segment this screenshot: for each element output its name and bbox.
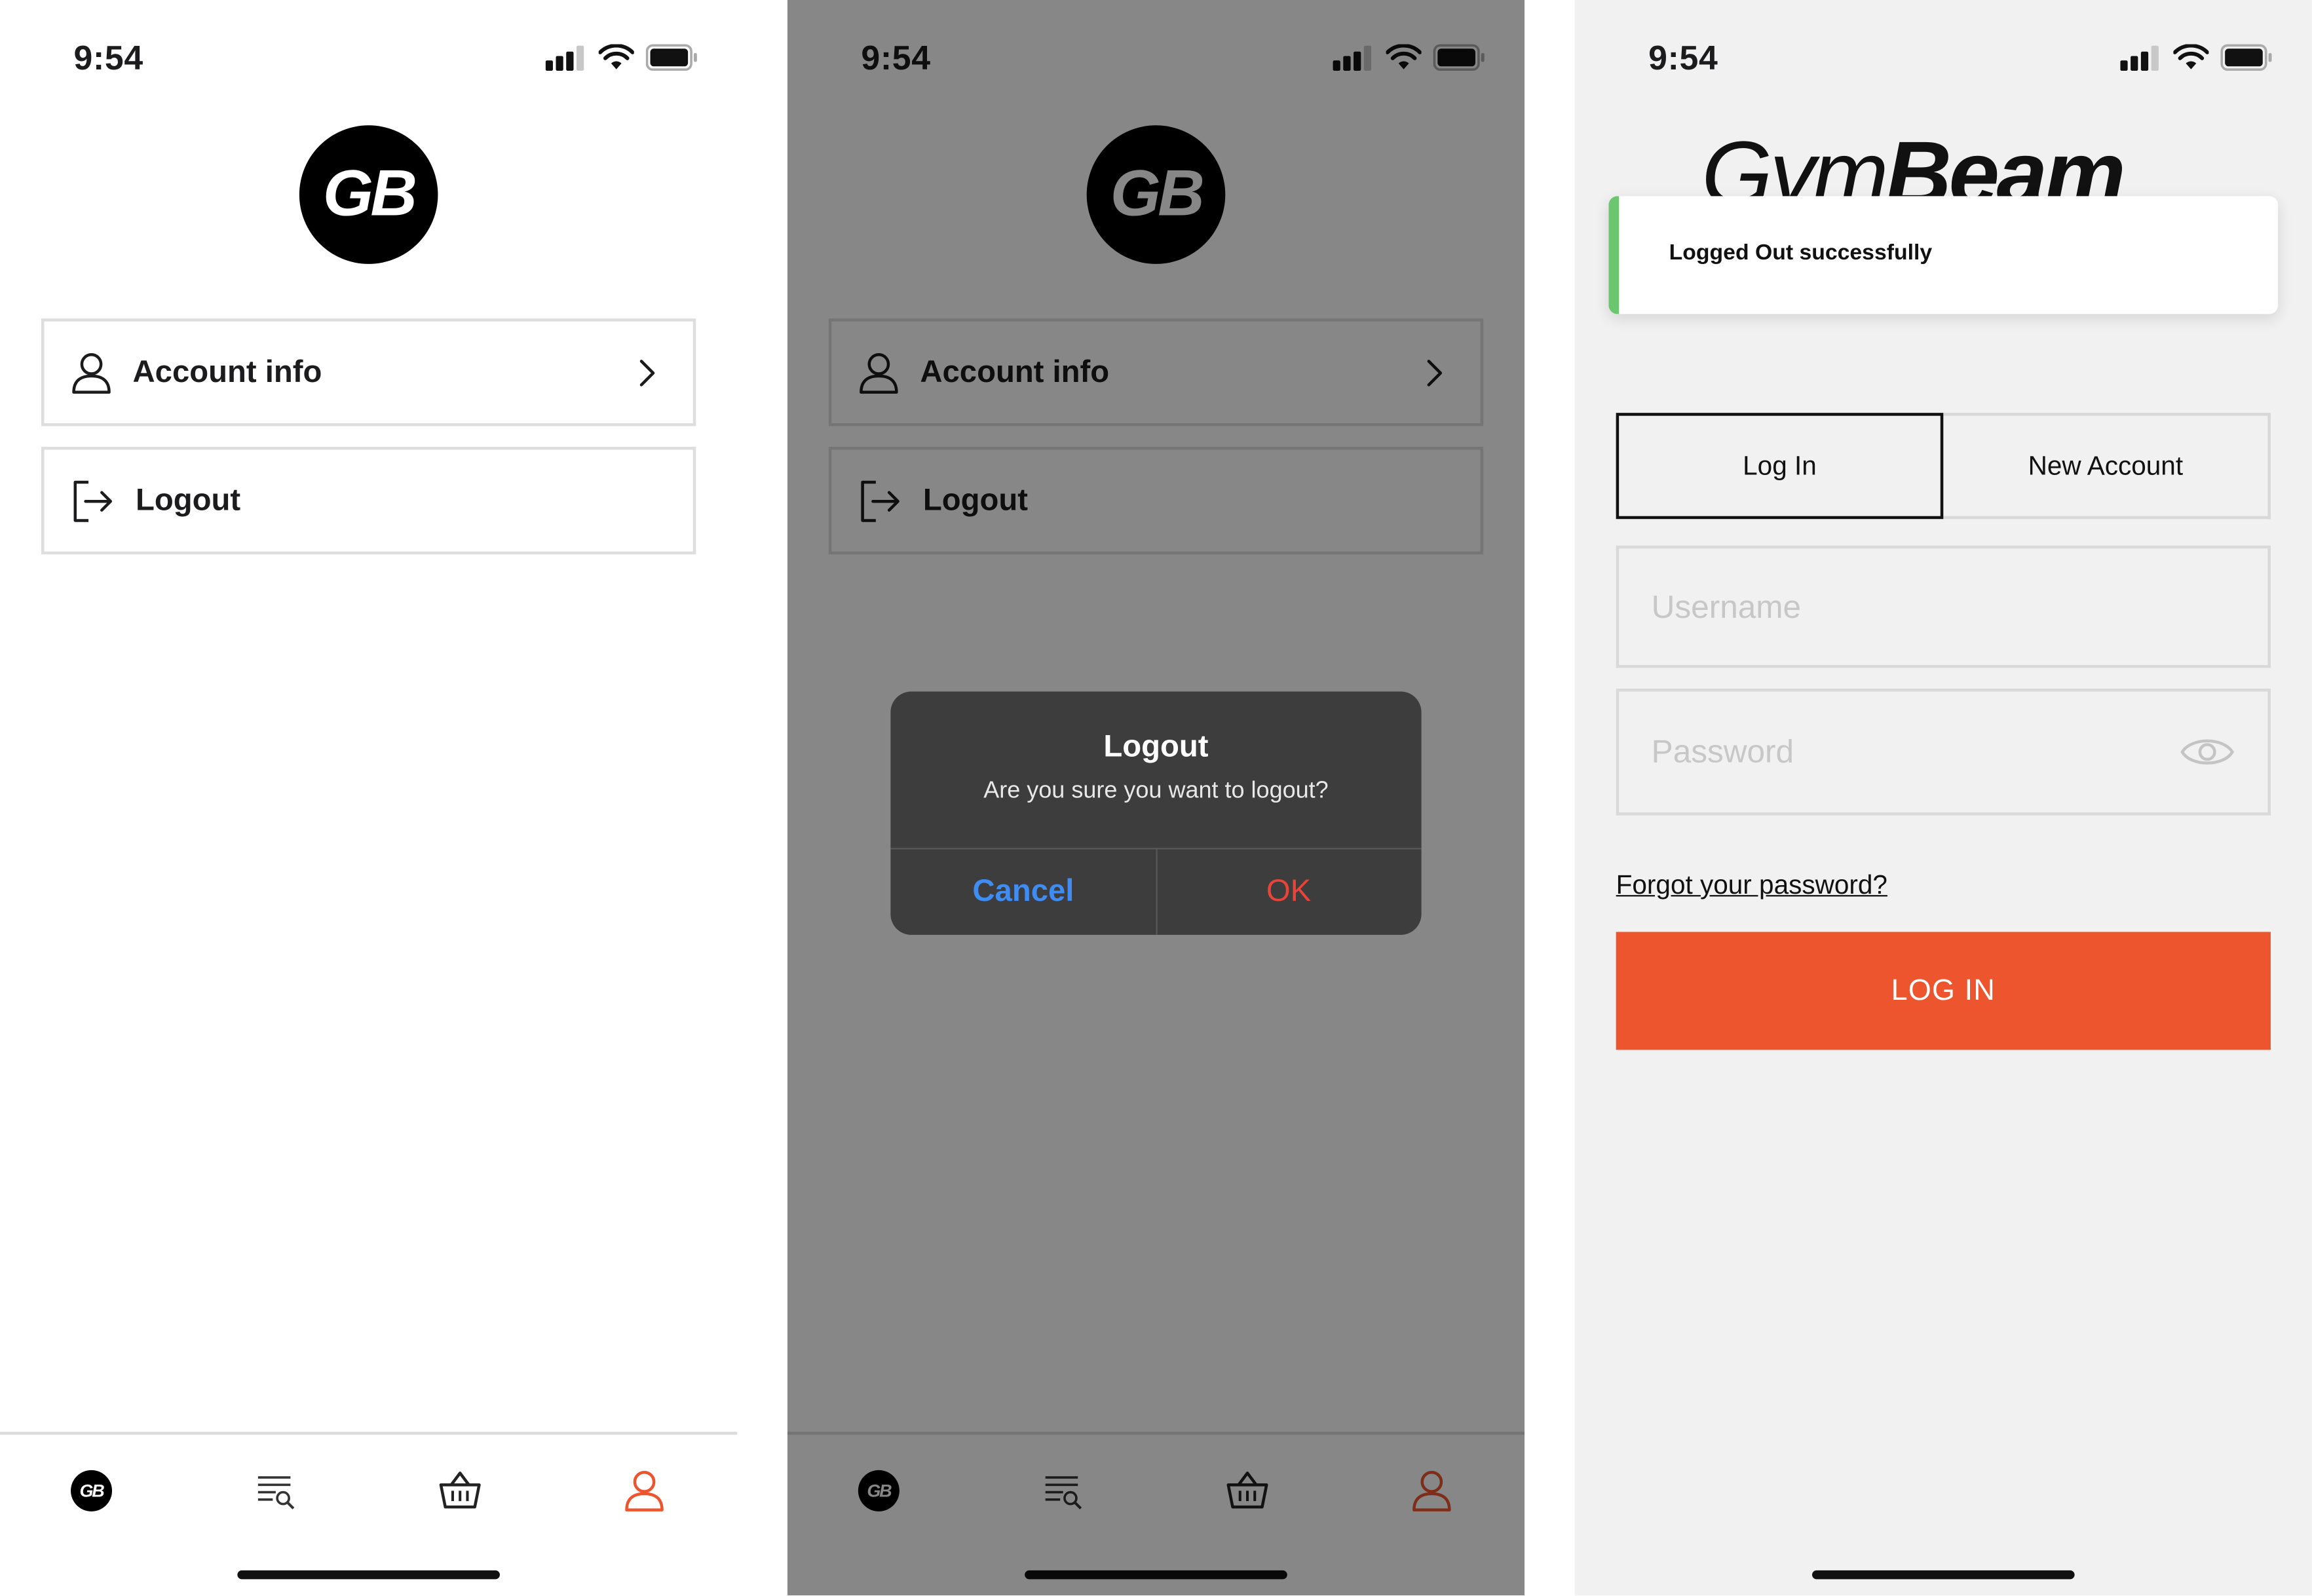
toast-message: Logged Out successfully [1669, 240, 1933, 266]
battery-icon [645, 44, 697, 71]
log-in-button[interactable]: LOG IN [1616, 932, 2271, 1050]
dialog-title: Logout [1103, 730, 1209, 764]
account-info-label: Account info [132, 354, 322, 389]
battery-icon [2220, 44, 2272, 71]
forgot-password-link[interactable]: Forgot your password? [1616, 870, 1887, 901]
tab-home[interactable]: GB [65, 1464, 118, 1517]
tab-cart[interactable] [434, 1464, 487, 1517]
login-screen: 9:54 GymBeam Logged Out successfully Log… [1574, 0, 2312, 1596]
profile-icon [625, 1470, 664, 1511]
username-input[interactable] [1651, 587, 2182, 626]
logout-icon [73, 480, 113, 522]
status-icons [2120, 44, 2273, 71]
tab-profile[interactable] [618, 1464, 671, 1517]
logout-row[interactable]: Logout [41, 446, 696, 555]
cellular-signal-icon [2120, 45, 2159, 71]
ok-button[interactable]: OK [1156, 848, 1421, 935]
status-time: 9:54 [73, 38, 143, 77]
brand-regular: Gym [1701, 130, 1889, 201]
home-logo-icon: GB [71, 1470, 113, 1511]
home-indicator [1811, 1570, 2075, 1580]
logout-confirm-screen: 9:54 GB Account info Logout GB Logout Ar… [787, 0, 1525, 1596]
chevron-right-icon [639, 360, 655, 387]
tab-new-account[interactable]: New Account [1943, 413, 2271, 520]
home-indicator [237, 1570, 500, 1580]
status-icons [545, 44, 699, 71]
tab-catalog[interactable] [249, 1464, 302, 1517]
logout-label: Logout [136, 483, 241, 517]
password-field[interactable] [1616, 689, 2271, 816]
account-info-row[interactable]: Account info [41, 318, 696, 427]
gymbeam-wordmark: GymBeam [1701, 130, 2123, 200]
tab-log-in[interactable]: Log In [1616, 413, 1944, 520]
username-field[interactable] [1616, 545, 2271, 668]
cancel-button[interactable]: Cancel [890, 848, 1156, 935]
logout-success-toast: Logged Out successfully [1608, 196, 2279, 314]
wifi-icon [2173, 44, 2209, 69]
catalog-search-icon [257, 1476, 295, 1510]
cellular-signal-icon [545, 45, 584, 71]
brand-bold: Beam [1886, 130, 2123, 201]
password-input[interactable] [1651, 732, 2182, 772]
basket-icon [439, 1472, 481, 1509]
logout-dialog: Logout Are you sure you want to logout? … [890, 691, 1422, 935]
auth-mode-switch: Log In New Account [1616, 413, 2271, 520]
wifi-icon [598, 44, 634, 69]
account-screen: 9:54 GB Account info Logout GB [0, 0, 738, 1596]
user-icon [72, 352, 111, 393]
status-time: 9:54 [1648, 38, 1718, 77]
dialog-message: Are you sure you want to logout? [983, 778, 1329, 804]
toast-accent-bar [1608, 196, 1620, 314]
gymbeam-logo: GB [299, 125, 438, 264]
show-password-eye-icon[interactable] [2179, 733, 2235, 772]
